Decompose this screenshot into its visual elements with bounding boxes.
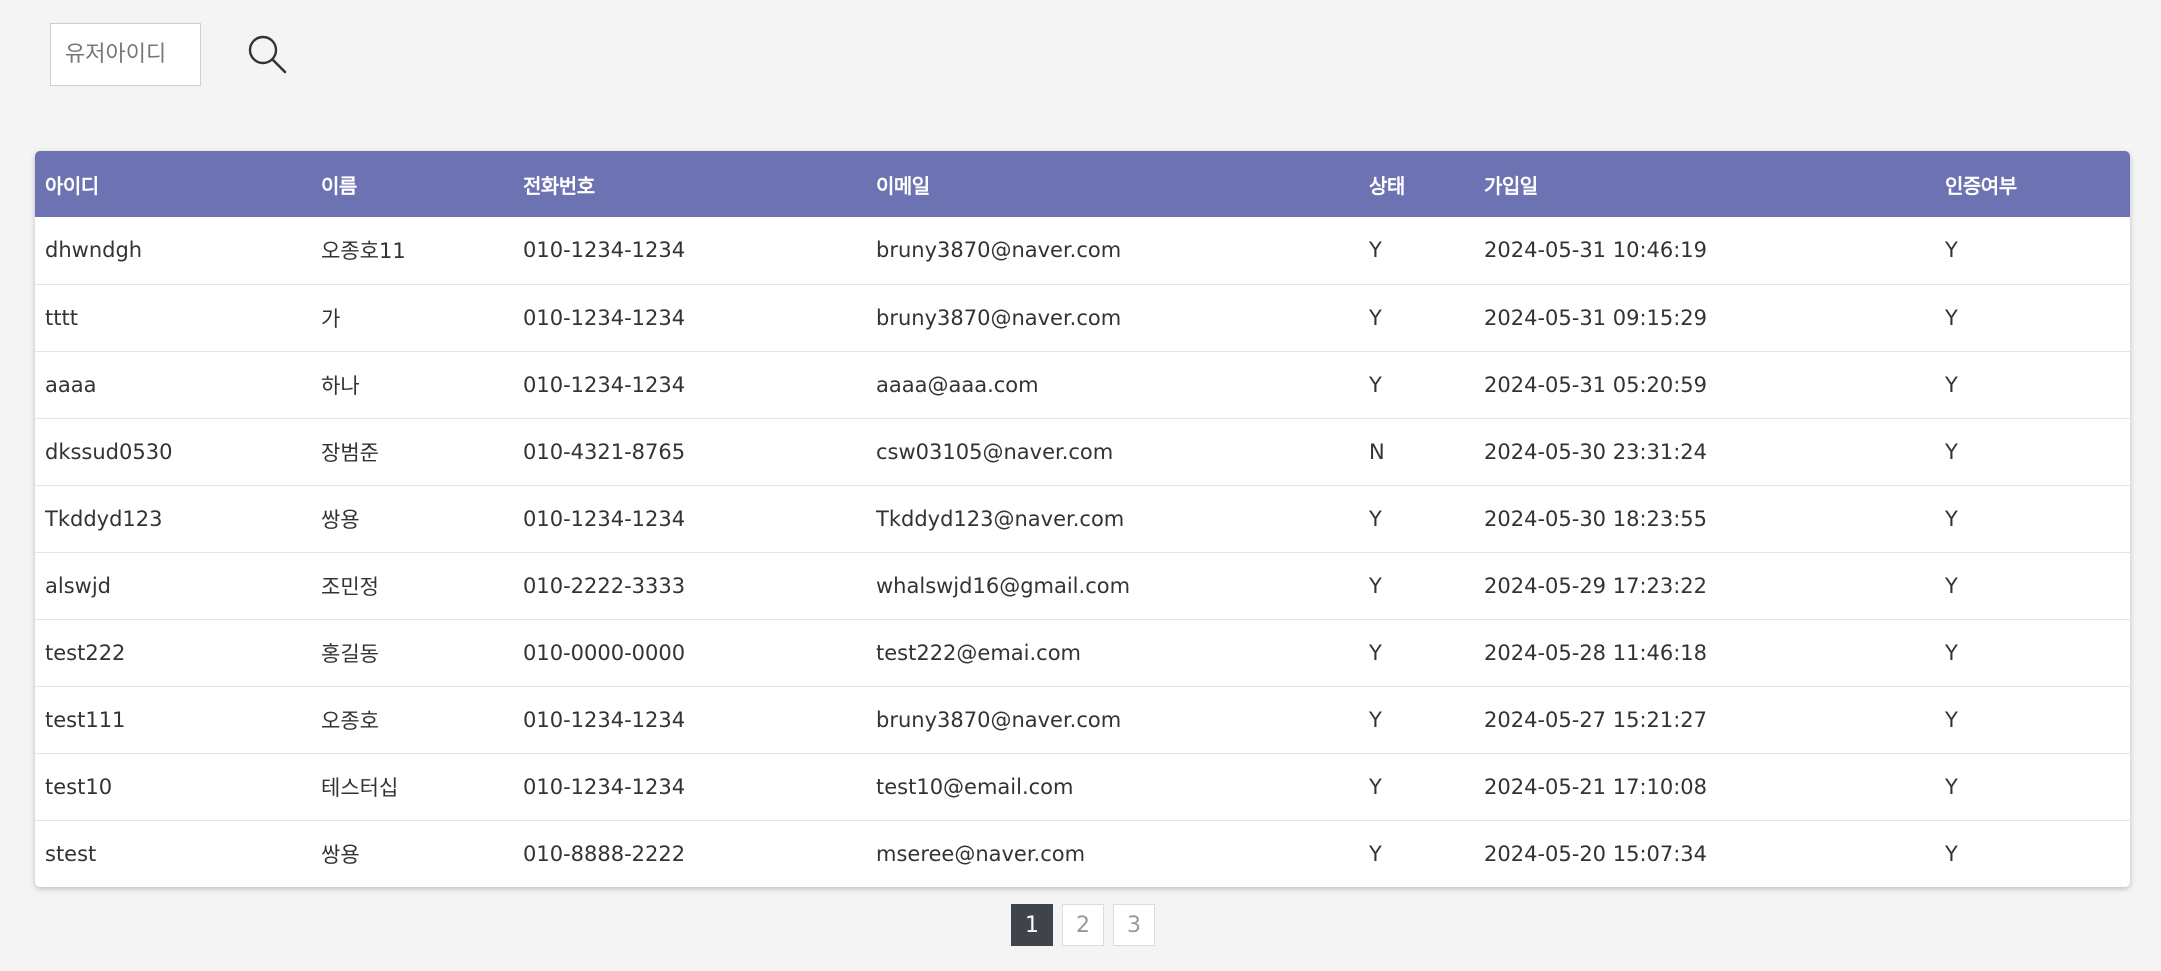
cell-name: 홍길동 [321,641,379,666]
cell-email: csw03105@naver.com [876,439,1114,464]
cell-phone: 010-1234-1234 [523,238,686,263]
column-header-name: 이름 [321,173,357,198]
cell-status: Y [1369,774,1382,799]
cell-verified: Y [1945,238,1958,263]
user-id-search-input[interactable] [50,23,201,86]
pagination: 123 [1011,904,1155,946]
user-table-card: 아이디 이름 전화번호 이메일 상태 가입일 인증여부 dhwndgh 오종호11… [35,151,2130,887]
cell-verified: Y [1945,707,1958,732]
cell-email: mseree@naver.com [876,841,1086,866]
cell-verified: Y [1945,372,1958,397]
cell-joined-date: 2024-05-20 15:07:34 [1484,841,1708,866]
cell-name: 가 [321,306,341,331]
column-header-phone: 전화번호 [523,173,595,198]
page-button-3[interactable]: 3 [1113,904,1155,946]
table-row[interactable]: stest 쌍용 010-8888-2222 mseree@naver.com Y 202… [35,820,2130,887]
cell-name: 테스터십 [321,775,399,800]
cell-email: test222@emai.com [876,640,1082,665]
cell-joined-date: 2024-05-31 05:20:59 [1484,372,1708,397]
column-header-id: 아이디 [45,173,99,198]
cell-verified: Y [1945,573,1958,598]
search-area [50,23,290,86]
column-header-email: 이메일 [876,173,930,198]
cell-name: 쌍용 [321,507,360,532]
column-header-verified: 인증여부 [1945,173,2017,198]
cell-status: Y [1369,506,1382,531]
search-icon [248,35,287,73]
cell-joined-date: 2024-05-30 18:23:55 [1484,506,1708,531]
cell-email: bruny3870@naver.com [876,305,1122,330]
table-row[interactable]: test222 홍길동 010-0000-0000 test222@emai.com Y… [35,619,2130,686]
cell-status: Y [1369,305,1382,330]
table-row[interactable]: dkssud0530 장범준 010-4321-8765 csw03105@naver… [35,418,2130,485]
cell-status: Y [1369,238,1382,263]
cell-status: Y [1369,841,1382,866]
cell-user-id: aaaa [45,372,97,397]
cell-name: 오종호11 [321,239,406,264]
cell-phone: 010-1234-1234 [523,372,686,397]
page-button-2[interactable]: 2 [1062,904,1104,946]
cell-phone: 010-1234-1234 [523,506,686,531]
cell-phone: 010-8888-2222 [523,841,686,866]
cell-status: Y [1369,707,1382,732]
cell-joined-date: 2024-05-29 17:23:22 [1484,573,1708,598]
column-header-status: 상태 [1369,173,1405,198]
cell-phone: 010-2222-3333 [523,573,686,598]
cell-status: Y [1369,573,1382,598]
cell-user-id: Tkddyd123 [45,506,163,531]
cell-user-id: test222 [45,640,126,665]
cell-joined-date: 2024-05-27 15:21:27 [1484,707,1708,732]
cell-status: N [1369,439,1385,464]
cell-user-id: dhwndgh [45,238,143,263]
cell-name: 쌍용 [321,842,360,867]
search-button[interactable] [246,33,290,77]
cell-phone: 010-1234-1234 [523,305,686,330]
table-row[interactable]: Tkddyd123 쌍용 010-1234-1234 Tkddyd123@naver.… [35,485,2130,552]
cell-email: test10@email.com [876,774,1074,799]
cell-name: 하나 [321,373,360,398]
cell-phone: 010-4321-8765 [523,439,686,464]
cell-verified: Y [1945,774,1958,799]
cell-verified: Y [1945,640,1958,665]
cell-status: Y [1369,640,1382,665]
cell-email: whalswjd16@gmail.com [876,573,1131,598]
cell-joined-date: 2024-05-21 17:10:08 [1484,774,1708,799]
cell-verified: Y [1945,439,1958,464]
table-row[interactable]: test10 테스터십 010-1234-1234 test10@email.com Y… [35,753,2130,820]
cell-verified: Y [1945,841,1958,866]
cell-name: 장범준 [321,440,379,465]
cell-name: 오종호 [321,708,379,733]
table-row[interactable]: test111 오종호 010-1234-1234 bruny3870@naver.c… [35,686,2130,753]
cell-user-id: dkssud0530 [45,439,173,464]
cell-phone: 010-1234-1234 [523,707,686,732]
cell-status: Y [1369,372,1382,397]
cell-user-id: tttt [45,305,78,330]
cell-email: Tkddyd123@naver.com [876,506,1125,531]
cell-email: aaaa@aaa.com [876,372,1039,397]
page-button-1[interactable]: 1 [1011,904,1053,946]
column-header-joined: 가입일 [1484,173,1538,198]
cell-user-id: stest [45,841,97,866]
table-row[interactable]: tttt 가 010-1234-1234 bruny3870@naver.com Y 20… [35,284,2130,351]
cell-email: bruny3870@naver.com [876,707,1122,732]
cell-user-id: alswjd [45,573,111,598]
cell-email: bruny3870@naver.com [876,238,1122,263]
cell-joined-date: 2024-05-31 10:46:19 [1484,238,1708,263]
table-header-row: 아이디 이름 전화번호 이메일 상태 가입일 인증여부 [35,151,2130,217]
cell-verified: Y [1945,305,1958,330]
cell-user-id: test10 [45,774,113,799]
user-table: 아이디 이름 전화번호 이메일 상태 가입일 인증여부 dhwndgh 오종호11… [35,151,2130,887]
table-row[interactable]: alswjd 조민정 010-2222-3333 whalswjd16@gmail.c… [35,552,2130,619]
cell-phone: 010-0000-0000 [523,640,686,665]
cell-joined-date: 2024-05-28 11:46:18 [1484,640,1708,665]
cell-phone: 010-1234-1234 [523,774,686,799]
table-row[interactable]: dhwndgh 오종호11 010-1234-1234 bruny3870@naver… [35,217,2130,284]
cell-name: 조민정 [321,574,379,599]
table-row[interactable]: aaaa 하나 010-1234-1234 aaaa@aaa.com Y 2024-05-… [35,351,2130,418]
cell-user-id: test111 [45,707,126,732]
cell-joined-date: 2024-05-31 09:15:29 [1484,305,1708,330]
cell-verified: Y [1945,506,1958,531]
table-body: dhwndgh 오종호11 010-1234-1234 bruny3870@naver… [35,217,2130,887]
cell-joined-date: 2024-05-30 23:31:24 [1484,439,1708,464]
